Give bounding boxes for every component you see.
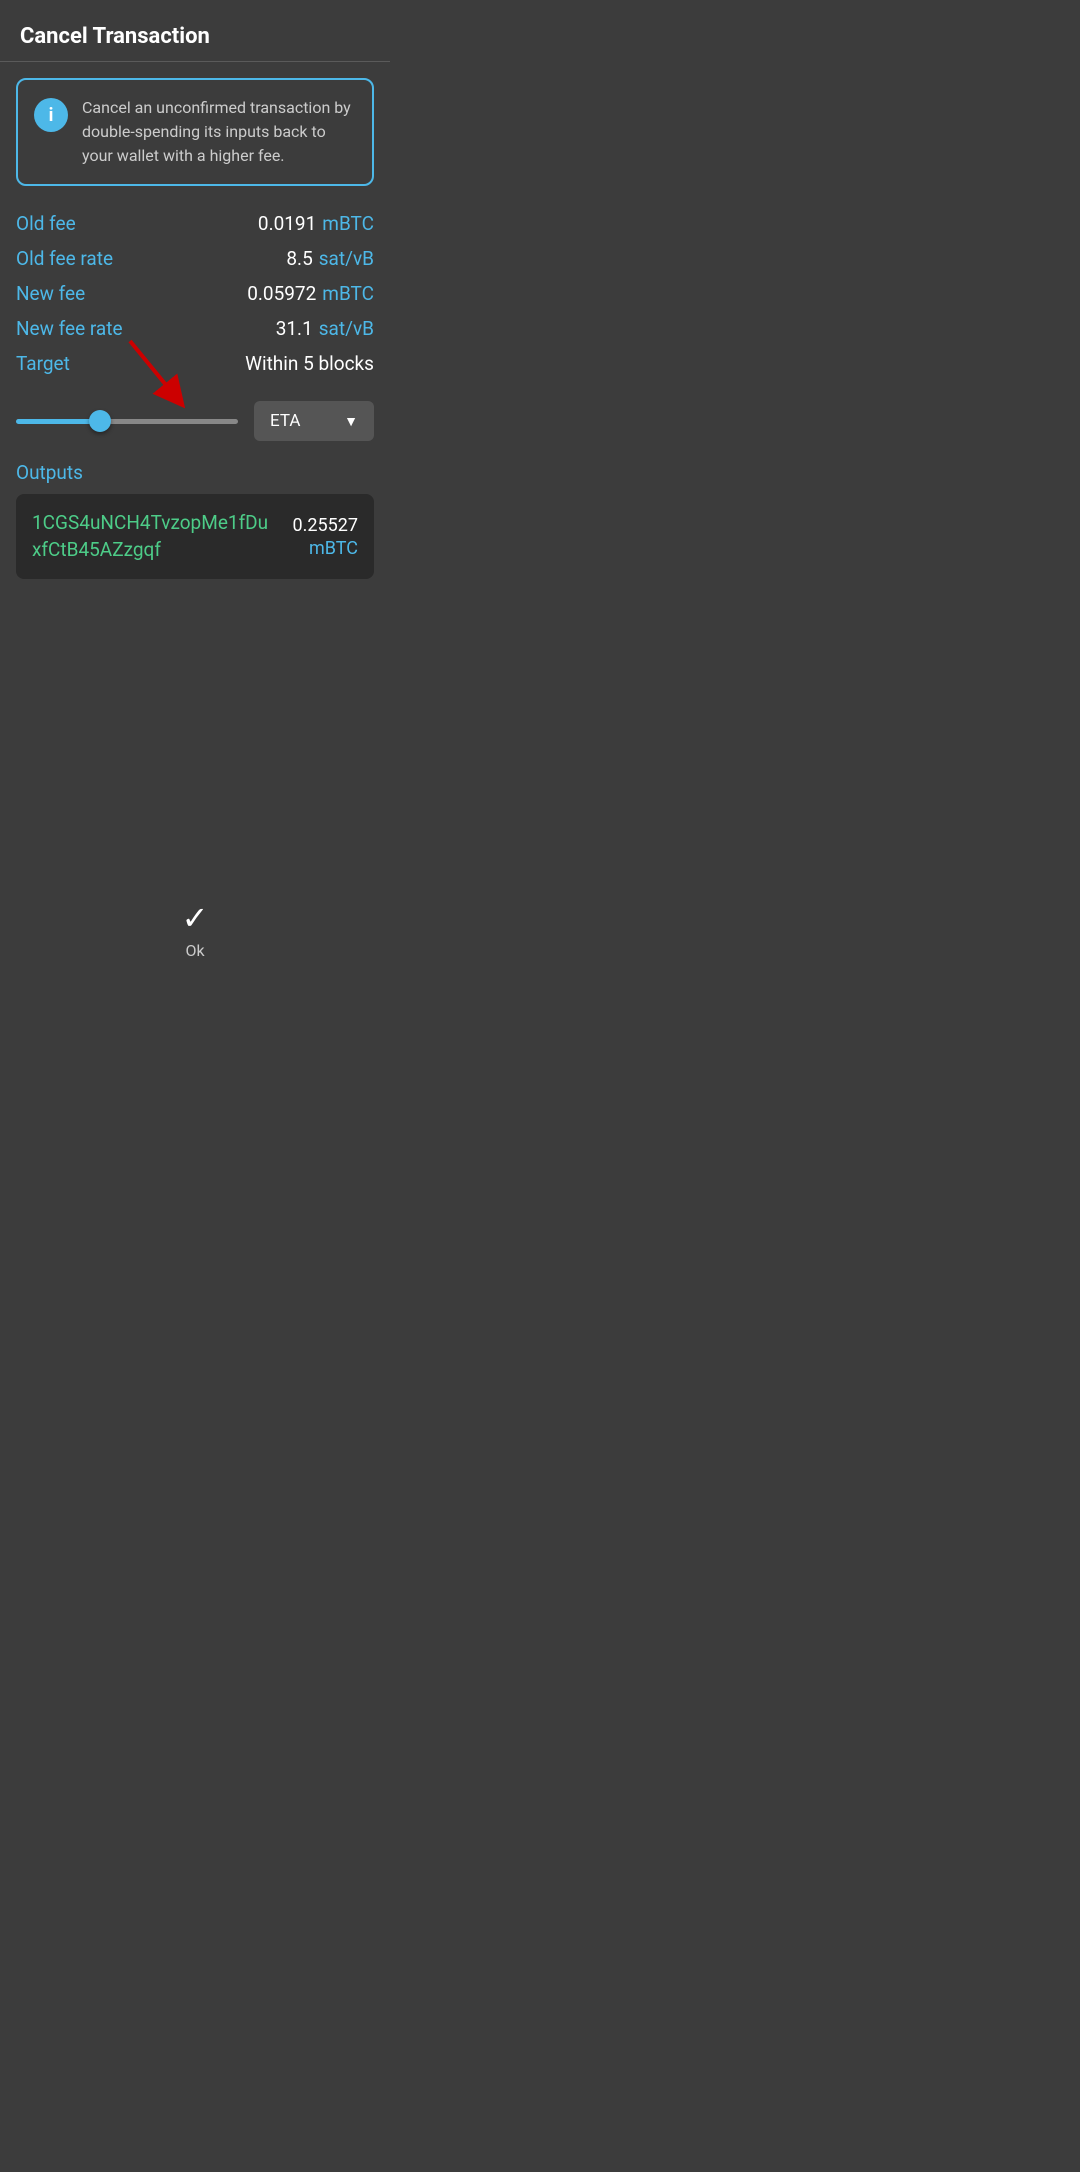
header: Cancel Transaction	[0, 0, 390, 61]
ok-button-label[interactable]: Ok	[185, 941, 204, 960]
target-row: Target Within 5 blocks	[16, 346, 374, 381]
old-fee-amount: 0.0191	[258, 212, 316, 235]
footer: ✓ Ok	[0, 879, 390, 990]
spacer	[0, 579, 390, 879]
new-fee-amount: 0.05972	[247, 282, 316, 305]
old-fee-rate-label: Old fee rate	[16, 247, 113, 270]
output-item: 1CGS4uNCH4TvzopMe1fDuxfCtB45AZzgqf 0.255…	[16, 494, 374, 579]
outputs-label: Outputs	[16, 461, 374, 484]
old-fee-rate-value: 8.5 sat/vB	[286, 247, 374, 270]
new-fee-rate-row: New fee rate 31.1 sat/vB	[16, 311, 374, 346]
target-label: Target	[16, 352, 70, 375]
old-fee-rate-unit: sat/vB	[319, 247, 374, 270]
page-title: Cancel Transaction	[20, 24, 370, 49]
old-fee-label: Old fee	[16, 212, 76, 235]
new-fee-row: New fee 0.05972 mBTC	[16, 276, 374, 311]
slider-track	[16, 419, 238, 424]
info-icon: i	[34, 98, 68, 132]
new-fee-rate-label: New fee rate	[16, 317, 123, 340]
chevron-down-icon: ▼	[344, 413, 358, 430]
info-box: i Cancel an unconfirmed transaction by d…	[16, 78, 374, 186]
info-text: Cancel an unconfirmed transaction by dou…	[82, 96, 356, 168]
new-fee-value: 0.05972 mBTC	[247, 282, 374, 305]
eta-dropdown-label: ETA	[270, 411, 300, 431]
slider-row: ETA ▼	[0, 391, 390, 451]
output-value-group: 0.25527 mBTC	[293, 515, 358, 559]
eta-dropdown[interactable]: ETA ▼	[254, 401, 374, 441]
new-fee-label: New fee	[16, 282, 85, 305]
target-value: Within 5 blocks	[245, 352, 374, 375]
output-unit: mBTC	[309, 538, 358, 559]
old-fee-rate-row: Old fee rate 8.5 sat/vB	[16, 241, 374, 276]
old-fee-rate-amount: 8.5	[286, 247, 312, 270]
fee-slider-container[interactable]	[16, 406, 238, 436]
output-address: 1CGS4uNCH4TvzopMe1fDuxfCtB45AZzgqf	[32, 510, 283, 563]
new-fee-rate-value: 31.1 sat/vB	[276, 317, 374, 340]
outputs-section: Outputs 1CGS4uNCH4TvzopMe1fDuxfCtB45AZzg…	[0, 451, 390, 579]
old-fee-value: 0.0191 mBTC	[258, 212, 374, 235]
fee-info: Old fee 0.0191 mBTC Old fee rate 8.5 sat…	[0, 206, 390, 381]
page-wrapper: Cancel Transaction i Cancel an unconfirm…	[0, 0, 390, 990]
header-divider	[0, 61, 390, 62]
new-fee-unit: mBTC	[322, 282, 374, 305]
target-text: Within 5 blocks	[245, 352, 374, 375]
new-fee-rate-amount: 31.1	[276, 317, 313, 340]
old-fee-unit: mBTC	[322, 212, 374, 235]
old-fee-row: Old fee 0.0191 mBTC	[16, 206, 374, 241]
slider-thumb	[89, 410, 111, 432]
ok-checkmark-icon[interactable]: ✓	[182, 899, 209, 937]
output-amount: 0.25527	[293, 515, 358, 536]
new-fee-rate-unit: sat/vB	[319, 317, 374, 340]
